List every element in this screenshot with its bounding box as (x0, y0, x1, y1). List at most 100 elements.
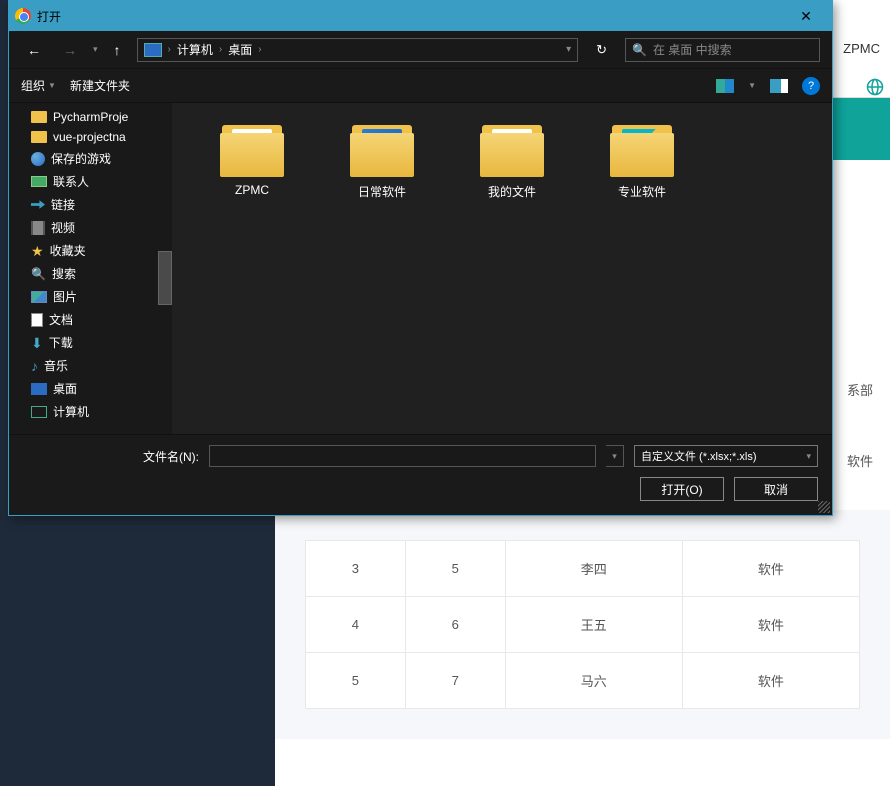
nav-history-dropdown[interactable]: ▾ (93, 44, 98, 55)
table-row[interactable]: 5 7 马六 软件 (306, 653, 860, 709)
table-cell: 马六 (505, 653, 682, 709)
search-icon: 🔍 (632, 43, 647, 57)
film-icon (31, 221, 45, 235)
help-button[interactable]: ? (802, 77, 820, 95)
table-cell: 4 (306, 597, 406, 653)
folder-content[interactable]: ZPMC 日常软件 我的文件 专业软件 (172, 103, 832, 434)
table-cell: 李四 (505, 541, 682, 597)
monitor-icon (144, 43, 162, 57)
titlebar[interactable]: 打开 ✕ (9, 1, 832, 31)
music-icon: ♪ (31, 359, 38, 373)
tree-item-favorites[interactable]: ★收藏夹 (9, 239, 172, 262)
contacts-icon (31, 176, 47, 187)
new-folder-button[interactable]: 新建文件夹 (70, 77, 130, 94)
filename-row: 文件名(N): ▾ 自定义文件 (*.xlsx;*.xls) ▾ (23, 445, 818, 467)
filename-input[interactable] (209, 445, 596, 467)
tree-item-computer[interactable]: 计算机 (9, 400, 172, 423)
table-cell: 6 (405, 597, 505, 653)
folder-daily-software[interactable]: 日常软件 (342, 121, 422, 200)
tree-item-downloads[interactable]: ⬇下载 (9, 331, 172, 354)
bg-header-badge: ZPMC (843, 41, 880, 56)
nav-up-button[interactable]: ↑ (108, 38, 127, 62)
search-icon: 🔍 (31, 267, 46, 281)
refresh-button[interactable]: ↻ (588, 42, 615, 58)
open-button[interactable]: 打开(O) (640, 477, 724, 501)
scrollbar-thumb[interactable] (158, 251, 172, 305)
bg-table: 3 5 李四 软件 4 6 王五 软件 5 7 马六 软件 (305, 540, 860, 709)
folder-icon (31, 111, 47, 123)
file-open-dialog: 打开 ✕ ← → ▾ ↑ › 计算机 › 桌面 › ▾ ↻ 🔍 在 桌面 中搜索… (8, 0, 833, 516)
view-mode-button[interactable] (716, 79, 734, 93)
folder-my-files[interactable]: 我的文件 (472, 121, 552, 200)
breadcrumb-root[interactable]: 计算机 (177, 41, 213, 58)
nav-row: ← → ▾ ↑ › 计算机 › 桌面 › ▾ ↻ 🔍 在 桌面 中搜索 (9, 31, 832, 69)
computer-icon (31, 406, 47, 418)
tree-item-vue[interactable]: vue-projectna (9, 127, 172, 147)
picture-icon (31, 291, 47, 303)
dialog-bottom: 文件名(N): ▾ 自定义文件 (*.xlsx;*.xls) ▾ 打开(O) 取… (9, 434, 832, 515)
nav-back-button[interactable]: ← (21, 38, 47, 62)
table-row[interactable]: 3 5 李四 软件 (306, 541, 860, 597)
organize-button[interactable]: 组织 ▼ (21, 77, 56, 94)
filename-dropdown-button[interactable]: ▾ (606, 445, 624, 467)
address-dropdown-icon[interactable]: ▾ (566, 44, 571, 55)
table-cell: 5 (405, 541, 505, 597)
folder-icon (350, 121, 414, 177)
download-icon: ⬇ (31, 336, 43, 350)
address-bar[interactable]: › 计算机 › 桌面 › ▾ (137, 38, 579, 62)
tree-item-documents[interactable]: 文档 (9, 308, 172, 331)
table-cell: 软件 (682, 597, 859, 653)
breadcrumb-sep-icon: › (168, 44, 171, 55)
folder-zpmc[interactable]: ZPMC (212, 121, 292, 197)
cancel-button[interactable]: 取消 (734, 477, 818, 501)
table-row[interactable]: 4 6 王五 软件 (306, 597, 860, 653)
bg-right-labels: 系部 软件 软件 (830, 160, 890, 549)
close-button[interactable]: ✕ (786, 1, 826, 31)
dialog-title: 打开 (37, 8, 61, 25)
chevron-down-icon: ▼ (48, 81, 56, 90)
document-icon (31, 313, 43, 327)
folder-icon (610, 121, 674, 177)
tree-item-search[interactable]: 🔍搜索 (9, 262, 172, 285)
star-icon: ★ (31, 244, 44, 258)
button-row: 打开(O) 取消 (23, 477, 818, 501)
monitor-icon (31, 383, 47, 395)
tree-item-desktop[interactable]: 桌面 (9, 377, 172, 400)
tree-item-pictures[interactable]: 图片 (9, 285, 172, 308)
tree-item-savedgames[interactable]: 保存的游戏 (9, 147, 172, 170)
chevron-down-icon[interactable]: ▼ (748, 81, 756, 90)
filetype-select[interactable]: 自定义文件 (*.xlsx;*.xls) ▾ (634, 445, 818, 467)
table-cell: 软件 (682, 653, 859, 709)
globe-icon (31, 152, 45, 166)
globe-icon (866, 78, 884, 96)
tree-item-pycharm[interactable]: PycharmProje (9, 107, 172, 127)
resize-grip[interactable] (818, 501, 830, 513)
link-icon (31, 198, 45, 212)
tree-scrollbar[interactable] (156, 103, 172, 434)
preview-pane-button[interactable] (770, 79, 788, 93)
table-cell: 5 (306, 653, 406, 709)
bg-body: 3 5 李四 软件 4 6 王五 软件 5 7 马六 软件 (275, 510, 890, 739)
tree-item-links[interactable]: 链接 (9, 193, 172, 216)
tree-item-videos[interactable]: 视频 (9, 216, 172, 239)
table-cell: 3 (306, 541, 406, 597)
filename-label: 文件名(N): (23, 448, 199, 465)
tree-item-music[interactable]: ♪音乐 (9, 354, 172, 377)
folder-icon (480, 121, 544, 177)
folder-tree[interactable]: PycharmProje vue-projectna 保存的游戏 联系人 链接 … (9, 103, 172, 434)
chrome-icon (15, 8, 31, 24)
folder-icon (31, 131, 47, 143)
nav-forward-button[interactable]: → (57, 38, 83, 62)
chevron-down-icon: ▾ (806, 451, 811, 462)
folder-icon (220, 121, 284, 177)
table-cell: 软件 (682, 541, 859, 597)
breadcrumb-current[interactable]: 桌面 (228, 41, 252, 58)
bg-col-header: 系部 (830, 160, 890, 421)
folder-pro-software[interactable]: 专业软件 (602, 121, 682, 200)
search-input[interactable]: 🔍 在 桌面 中搜索 (625, 38, 820, 62)
bg-cell-tail: 软件 (830, 421, 890, 492)
breadcrumb-sep-icon: › (219, 44, 222, 55)
breadcrumb-sep-icon: › (258, 44, 261, 55)
toolbar: 组织 ▼ 新建文件夹 ▼ ? (9, 69, 832, 103)
tree-item-contacts[interactable]: 联系人 (9, 170, 172, 193)
